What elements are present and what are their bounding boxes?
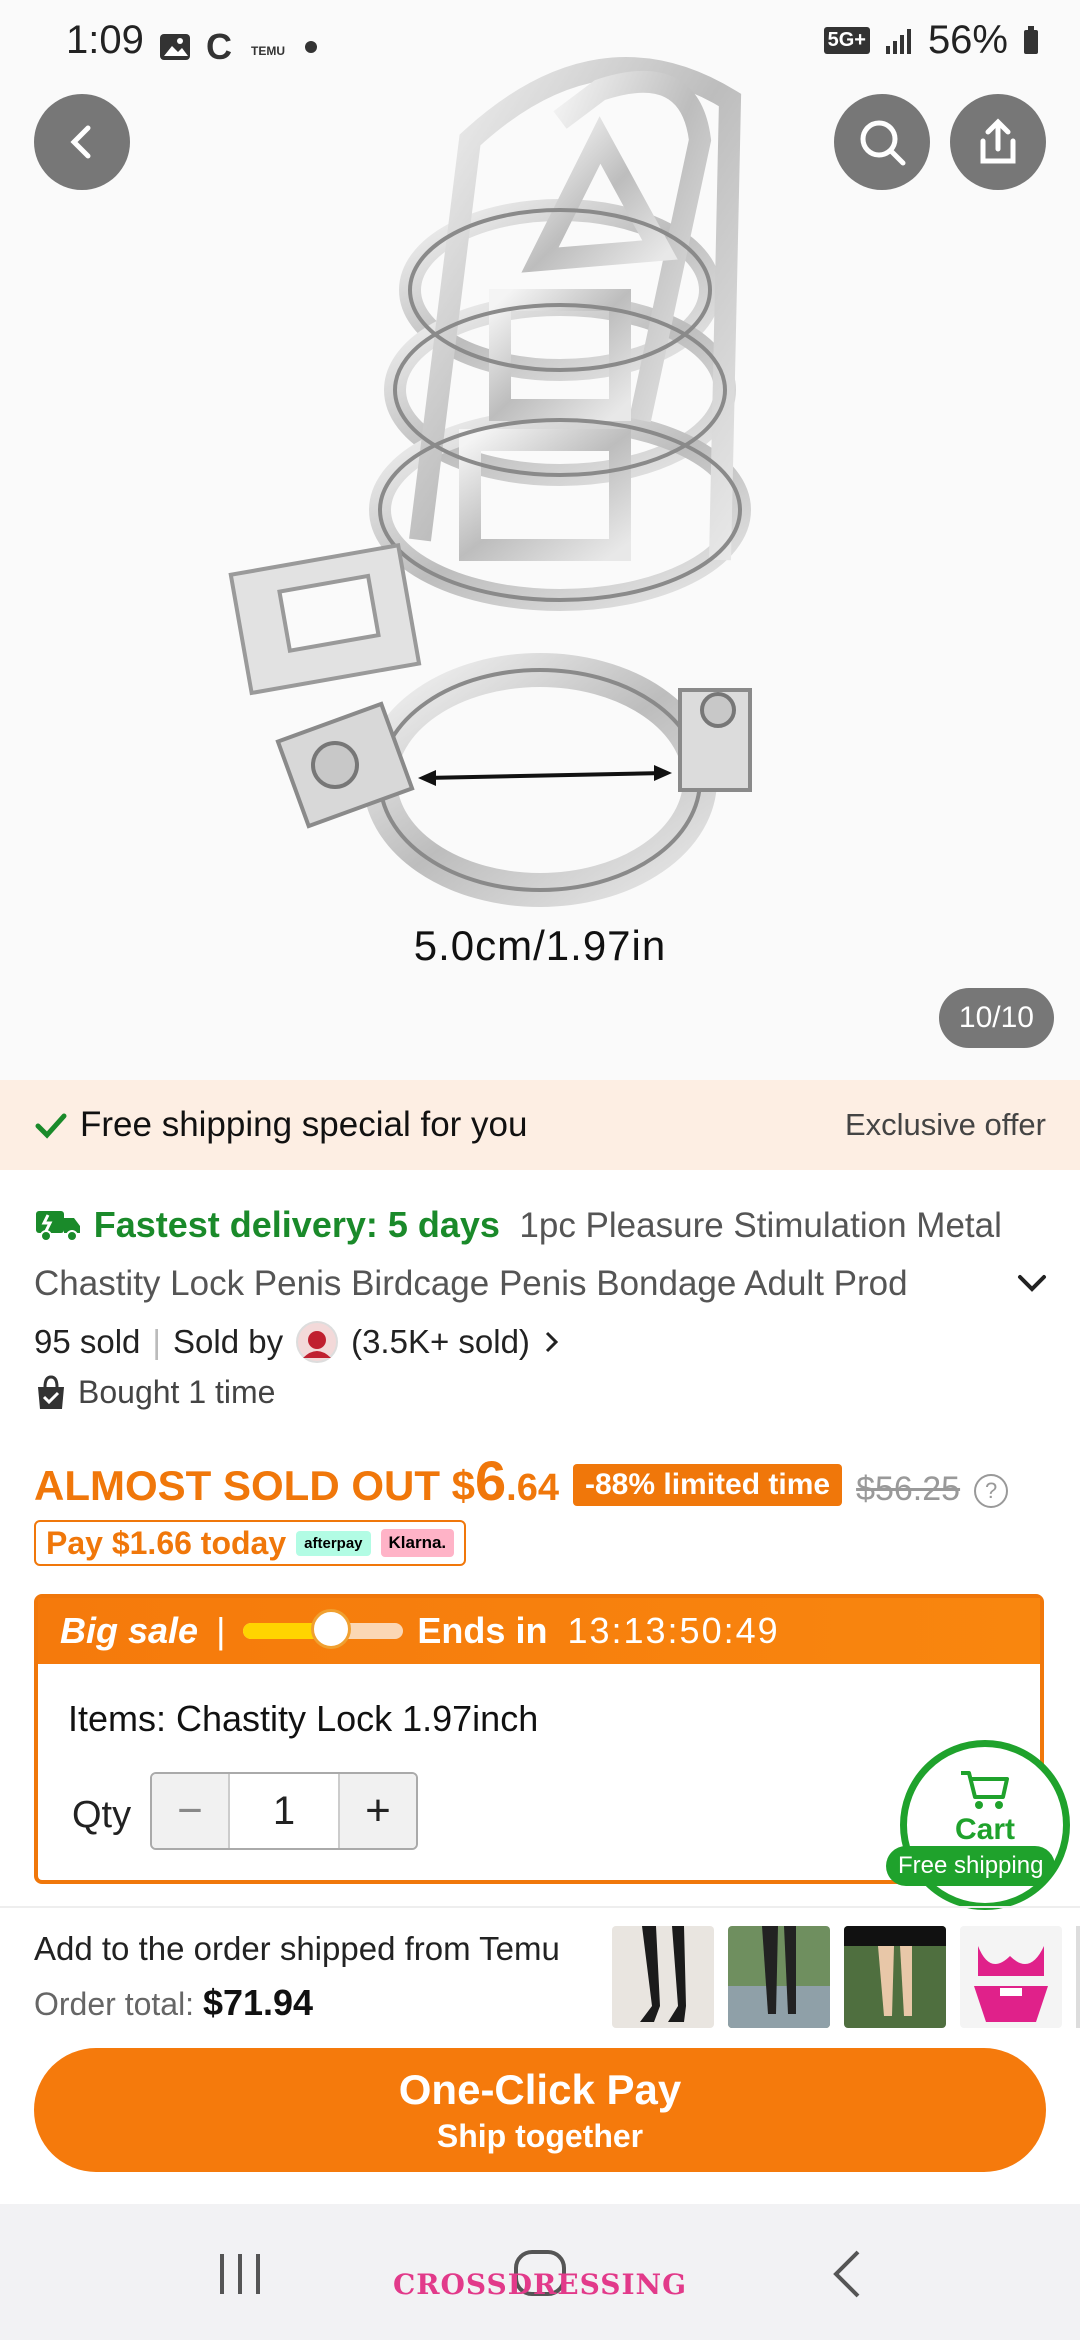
price-dollars: 6 [475, 1449, 507, 1512]
battery-icon [1024, 25, 1038, 54]
order-from-text: Add to the order shipped from Temu [34, 1930, 560, 1967]
search-icon [860, 120, 906, 166]
one-click-pay-button[interactable]: One-Click Pay Ship together [34, 2048, 1046, 2172]
delivery-truck-icon [36, 1211, 80, 1242]
countdown-timer: 13:13:50:49 [567, 1610, 780, 1651]
bought-count: Bought 1 time [78, 1374, 276, 1410]
selected-item[interactable]: Items: Chastity Lock 1.97inch [68, 1698, 538, 1740]
cart-label: Cart [954, 1813, 1015, 1846]
bought-history: Bought 1 time [34, 1374, 275, 1411]
order-total-label: Order total: [34, 1986, 195, 2022]
help-icon[interactable]: ? [974, 1474, 1009, 1508]
quantity-stepper: − 1 + [150, 1772, 418, 1850]
order-thumbnail[interactable] [728, 1926, 830, 2028]
order-thumbnails[interactable] [612, 1926, 1080, 2028]
pay-button-subtitle: Ship together [436, 2117, 644, 2154]
sale-progress-bar [243, 1609, 404, 1649]
status-time: 1:09 [66, 18, 144, 62]
battery-percent: 56% [927, 18, 1008, 62]
gallery-icon [160, 34, 190, 60]
sold-count: 95 sold [34, 1323, 141, 1360]
price-currency: $ [451, 1462, 476, 1509]
clock-icon [311, 1609, 352, 1649]
network-badge: 5G+ [823, 27, 870, 54]
exclusive-offer-label: Exclusive offer [844, 1107, 1046, 1142]
divider [0, 1906, 1080, 1908]
quantity-value[interactable]: 1 [228, 1774, 340, 1848]
seller-sold-count[interactable]: (3.5K+ sold) [351, 1323, 530, 1361]
big-sale-panel: Big sale | Ends in 13:13:50:49 Items: Ch… [34, 1594, 1044, 1884]
chevron-down-icon [1018, 1275, 1046, 1292]
order-thumbnail[interactable] [960, 1926, 1062, 2028]
free-shipping-text: Free shipping special for you [80, 1105, 528, 1144]
afterpay-logo: afterpay [296, 1530, 371, 1556]
svg-text:TEMU: TEMU [251, 44, 285, 58]
checkmark-icon [35, 1113, 67, 1139]
order-total: Order total: $71.94 [34, 1982, 313, 2024]
price-row: ALMOST SOLD OUT $6.64 -88% limited time … [34, 1448, 1009, 1513]
temu-icon: TEMU [251, 44, 285, 58]
chevron-right-icon[interactable] [542, 1327, 562, 1357]
fastest-delivery-label: Fastest delivery: 5 days [93, 1204, 500, 1245]
free-shipping-pill: Free shipping [886, 1846, 1056, 1886]
share-button[interactable] [950, 94, 1046, 190]
pay-later-badge[interactable]: Pay $1.66 today afterpay Klarna. [34, 1520, 467, 1566]
shopping-bag-icon [38, 1374, 64, 1409]
expand-title-button[interactable] [1014, 1265, 1050, 1306]
c-app-icon: C [206, 26, 232, 67]
image-counter: 10/10 [938, 988, 1054, 1048]
sale-header: Big sale | Ends in 13:13:50:49 [38, 1598, 1040, 1664]
status-right: 5G+ 56% [823, 18, 1040, 63]
order-thumbnail[interactable] [612, 1926, 714, 2028]
product-title-block[interactable]: Fastest delivery: 5 days 1pc Pleasure St… [34, 1196, 1024, 1313]
big-sale-label: Big sale [60, 1610, 199, 1651]
order-total-amount: $71.94 [202, 1982, 314, 2023]
ends-in-label: Ends in [417, 1610, 548, 1651]
almost-sold-out-label: ALMOST SOLD OUT [34, 1462, 440, 1509]
sale-separator: | [216, 1610, 226, 1651]
status-notification-icons: C TEMU [158, 26, 318, 68]
sold-by-label: Sold by [173, 1323, 284, 1360]
free-shipping-banner[interactable]: Free shipping special for you Exclusive … [0, 1080, 1080, 1170]
watermark-text: CROSSDRESSING [392, 2268, 688, 2301]
qty-label: Qty [72, 1794, 132, 1836]
pay-button-title: One-Click Pay [398, 2065, 682, 2113]
order-thumbnail-partial[interactable] [1076, 1926, 1080, 2028]
status-bar: 1:09 C TEMU 5G+ 56% [0, 0, 1080, 90]
sales-meta: 95 sold | Sold by (3.5K+ sold) [34, 1320, 562, 1364]
increase-qty-button[interactable]: + [340, 1774, 416, 1848]
price-current: ALMOST SOLD OUT $6.64 [34, 1448, 559, 1513]
chevron-left-icon [70, 125, 91, 159]
seller-avatar[interactable] [295, 1320, 339, 1364]
image-caption: 5.0cm/1.97in [413, 922, 667, 969]
discount-badge: -88% limited time [573, 1464, 843, 1506]
pay-today-text: Pay $1.66 today [46, 1524, 287, 1561]
order-thumbnail[interactable] [844, 1926, 946, 2028]
back-button[interactable] [34, 94, 130, 190]
decrease-qty-button[interactable]: − [152, 1774, 228, 1848]
klarna-logo: Klarna. [380, 1529, 455, 1557]
price-cents: .64 [506, 1467, 559, 1509]
search-button[interactable] [834, 94, 930, 190]
original-price: $56.25 [856, 1470, 961, 1508]
cart-icon [961, 1771, 1009, 1809]
signal-icon [885, 28, 911, 54]
share-icon [980, 118, 1016, 164]
dot-icon [305, 41, 317, 53]
